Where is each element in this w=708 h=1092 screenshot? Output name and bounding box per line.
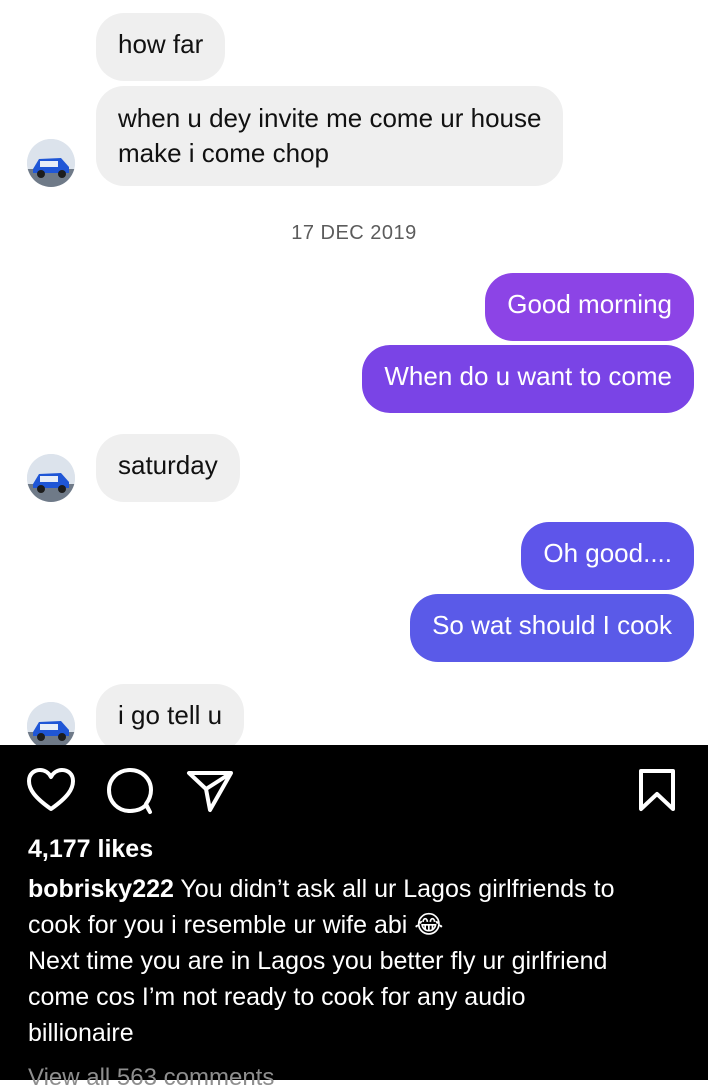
message-text: when u dey invite me come ur house xyxy=(118,103,542,133)
chat-screenshot: how far when u dey invite me come ur hou… xyxy=(0,0,708,745)
date-separator: 17 DEC 2019 xyxy=(291,222,417,244)
message-text: Good morning xyxy=(507,289,672,319)
message-bubble-outgoing: So wat should I cook xyxy=(410,594,694,662)
message-bubble-outgoing: Oh good.... xyxy=(521,522,694,590)
avatar xyxy=(27,454,75,502)
username-link[interactable]: bobrisky222 xyxy=(28,875,174,903)
caption-text: billionaire xyxy=(28,1019,134,1047)
message-text: Oh good.... xyxy=(543,538,672,568)
view-comments-link[interactable]: View all 563 comments xyxy=(28,1064,274,1092)
post-footer: 4,177 likes bobrisky222 You didn’t ask a… xyxy=(0,745,708,1080)
caption-text: You didn’t ask all ur Lagos girlfriends … xyxy=(173,875,615,903)
caption-text: cook for you i resemble ur wife abi 😂 xyxy=(28,911,444,939)
caption-text: Next time you are in Lagos you better fl… xyxy=(28,947,608,975)
comment-icon[interactable] xyxy=(106,767,156,820)
caption-text: come cos I’m not ready to cook for any a… xyxy=(28,983,526,1011)
message-bubble-incoming: when u dey invite me come ur house make … xyxy=(96,86,564,186)
message-bubble-incoming: how far xyxy=(96,13,226,81)
heart-icon[interactable] xyxy=(26,767,76,818)
post-caption: bobrisky222 You didn’t ask all ur Lagos … xyxy=(28,871,688,1051)
post-action-bar xyxy=(0,745,708,835)
message-bubble-outgoing: Good morning xyxy=(485,273,694,341)
message-text: how far xyxy=(118,29,204,59)
message-text: saturday xyxy=(118,450,218,480)
message-bubble-incoming: i go tell u xyxy=(96,684,245,745)
avatar xyxy=(27,139,75,187)
likes-count[interactable]: 4,177 likes xyxy=(28,835,153,864)
avatar xyxy=(27,702,75,745)
message-text: i go tell u xyxy=(118,700,223,730)
message-text: So wat should I cook xyxy=(432,610,672,640)
message-text: When do u want to come xyxy=(384,361,672,391)
share-icon[interactable] xyxy=(186,769,234,818)
bookmark-icon[interactable] xyxy=(637,767,677,818)
message-bubble-outgoing: When do u want to come xyxy=(362,345,694,413)
message-bubble-incoming: saturday xyxy=(96,434,240,502)
message-text: make i come chop xyxy=(118,138,329,168)
